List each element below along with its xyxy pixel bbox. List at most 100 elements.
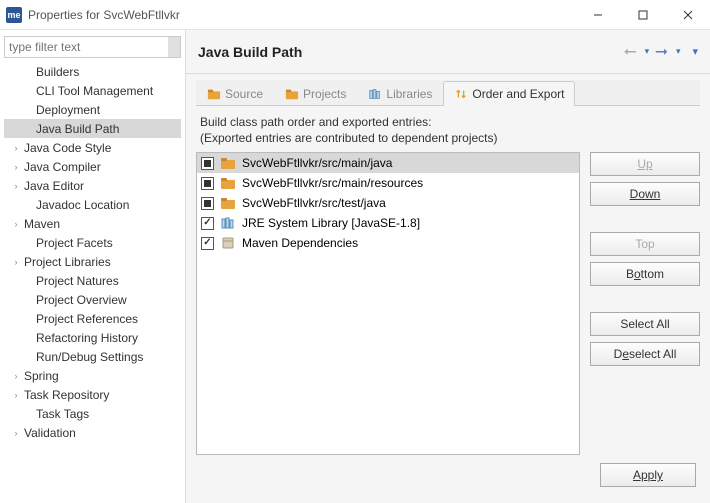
up-button[interactable]: Up bbox=[590, 152, 700, 176]
page-title: Java Build Path bbox=[198, 44, 622, 60]
tree-item[interactable]: ›Task Repository bbox=[4, 385, 181, 404]
tree-item[interactable]: Java Build Path bbox=[4, 119, 181, 138]
tree-item-label: CLI Tool Management bbox=[34, 84, 153, 98]
maximize-button[interactable] bbox=[620, 0, 665, 29]
list-item[interactable]: SvcWebFtllvkr/src/main/resources bbox=[197, 173, 579, 193]
tree-item-label: Deployment bbox=[34, 103, 100, 117]
library-icon bbox=[220, 216, 236, 230]
desc-line2: (Exported entries are contributed to dep… bbox=[200, 130, 696, 146]
right-pane: Java Build Path ⭠ ▾ ⭢ ▾ ▾ Source Projects… bbox=[186, 30, 710, 503]
bottom-button[interactable]: Bottom bbox=[590, 262, 700, 286]
tab-label: Order and Export bbox=[472, 87, 564, 101]
tree-item[interactable]: ›Spring bbox=[4, 366, 181, 385]
expand-icon: › bbox=[10, 219, 22, 229]
order-list[interactable]: SvcWebFtllvkr/src/main/javaSvcWebFtllvkr… bbox=[196, 152, 580, 455]
tree-item-label: Project Natures bbox=[34, 274, 119, 288]
folder-icon bbox=[207, 87, 221, 101]
tree-item-label: Java Code Style bbox=[22, 141, 111, 155]
filter-input[interactable] bbox=[5, 40, 168, 54]
tree-item[interactable]: Project Natures bbox=[4, 271, 181, 290]
checkbox[interactable] bbox=[201, 197, 214, 210]
page-header: Java Build Path ⭠ ▾ ⭢ ▾ ▾ bbox=[186, 30, 710, 74]
expand-icon: › bbox=[10, 143, 22, 153]
folder-icon bbox=[285, 87, 299, 101]
tree-item[interactable]: Task Tags bbox=[4, 404, 181, 423]
tree-item-label: Java Compiler bbox=[22, 160, 101, 174]
entry-label: Maven Dependencies bbox=[242, 236, 358, 250]
apply-button[interactable]: Apply bbox=[600, 463, 696, 487]
tree-item[interactable]: ›Maven bbox=[4, 214, 181, 233]
expand-icon: › bbox=[10, 371, 22, 381]
select-all-button[interactable]: Select All bbox=[590, 312, 700, 336]
nav-forward-menu[interactable]: ▾ bbox=[676, 46, 681, 57]
tree-item[interactable]: Project Facets bbox=[4, 233, 181, 252]
list-item[interactable]: SvcWebFtllvkr/src/main/java bbox=[197, 153, 579, 173]
nav-back-menu[interactable]: ▾ bbox=[645, 46, 650, 57]
clear-filter-button[interactable] bbox=[168, 37, 180, 57]
down-button[interactable]: Down bbox=[590, 182, 700, 206]
entry-label: SvcWebFtllvkr/src/test/java bbox=[242, 196, 386, 210]
jar-icon bbox=[220, 236, 236, 250]
nav-back-button[interactable]: ⭠ bbox=[622, 43, 639, 61]
tree-item[interactable]: ›Java Code Style bbox=[4, 138, 181, 157]
tree-item[interactable]: ›Project Libraries bbox=[4, 252, 181, 271]
minimize-button[interactable] bbox=[575, 0, 620, 29]
expand-icon: › bbox=[10, 390, 22, 400]
deselect-all-button[interactable]: Deselect All bbox=[590, 342, 700, 366]
tree-item-label: Task Repository bbox=[22, 388, 109, 402]
tree-item-label: Project Facets bbox=[34, 236, 113, 250]
close-button[interactable] bbox=[665, 0, 710, 29]
tree-item[interactable]: ›Java Editor bbox=[4, 176, 181, 195]
top-button[interactable]: Top bbox=[590, 232, 700, 256]
tab-bar: Source Projects Libraries Order and Export bbox=[196, 80, 700, 106]
left-pane: Builders CLI Tool Management Deployment Jav… bbox=[0, 30, 186, 503]
tab-label: Libraries bbox=[386, 87, 432, 101]
tree-item-label: Project Overview bbox=[34, 293, 127, 307]
button-column: Up Down Top Bottom Select All Deselect A… bbox=[590, 152, 700, 455]
view-menu-button[interactable]: ▾ bbox=[692, 45, 698, 58]
list-item[interactable]: Maven Dependencies bbox=[197, 233, 579, 253]
tree-item[interactable]: Refactoring History bbox=[4, 328, 181, 347]
checkbox[interactable] bbox=[201, 237, 214, 250]
expand-icon: › bbox=[10, 257, 22, 267]
tree-item[interactable]: Deployment bbox=[4, 100, 181, 119]
window-title: Properties for SvcWebFtllvkr bbox=[28, 8, 575, 22]
tree-item-label: Task Tags bbox=[34, 407, 89, 421]
tree-item[interactable]: Builders bbox=[4, 62, 181, 81]
library-icon bbox=[368, 87, 382, 101]
tree-item[interactable]: CLI Tool Management bbox=[4, 81, 181, 100]
tree-item-label: Refactoring History bbox=[34, 331, 138, 345]
nav-forward-button[interactable]: ⭢ bbox=[653, 43, 670, 61]
tree-item[interactable]: Project References bbox=[4, 309, 181, 328]
tree-item[interactable]: ›Java Compiler bbox=[4, 157, 181, 176]
filter-box bbox=[4, 36, 181, 58]
tree-item-label: Validation bbox=[22, 426, 76, 440]
tree-item[interactable]: Javadoc Location bbox=[4, 195, 181, 214]
tab-projects[interactable]: Projects bbox=[274, 81, 357, 106]
checkbox[interactable] bbox=[201, 177, 214, 190]
tab-libraries[interactable]: Libraries bbox=[357, 81, 443, 106]
expand-icon: › bbox=[10, 428, 22, 438]
expand-icon: › bbox=[10, 181, 22, 191]
desc-line1: Build class path order and exported entr… bbox=[200, 114, 696, 130]
checkbox[interactable] bbox=[201, 157, 214, 170]
category-tree[interactable]: Builders CLI Tool Management Deployment Jav… bbox=[4, 62, 181, 497]
list-item[interactable]: JRE System Library [JavaSE-1.8] bbox=[197, 213, 579, 233]
tree-item[interactable]: Project Overview bbox=[4, 290, 181, 309]
list-item[interactable]: SvcWebFtllvkr/src/test/java bbox=[197, 193, 579, 213]
expand-icon: › bbox=[10, 162, 22, 172]
order-icon bbox=[454, 87, 468, 101]
tree-item-label: Javadoc Location bbox=[34, 198, 129, 212]
title-bar: me Properties for SvcWebFtllvkr bbox=[0, 0, 710, 30]
tab-source[interactable]: Source bbox=[196, 81, 274, 106]
tab-label: Projects bbox=[303, 87, 346, 101]
app-icon: me bbox=[6, 7, 22, 23]
tab-label: Source bbox=[225, 87, 263, 101]
tree-item[interactable]: Run/Debug Settings bbox=[4, 347, 181, 366]
tree-item-label: Spring bbox=[22, 369, 59, 383]
checkbox[interactable] bbox=[201, 217, 214, 230]
tree-item-label: Builders bbox=[34, 65, 79, 79]
tab-order-and-export[interactable]: Order and Export bbox=[443, 81, 575, 106]
pkgfolder-icon bbox=[220, 196, 236, 210]
tree-item[interactable]: ›Validation bbox=[4, 423, 181, 442]
